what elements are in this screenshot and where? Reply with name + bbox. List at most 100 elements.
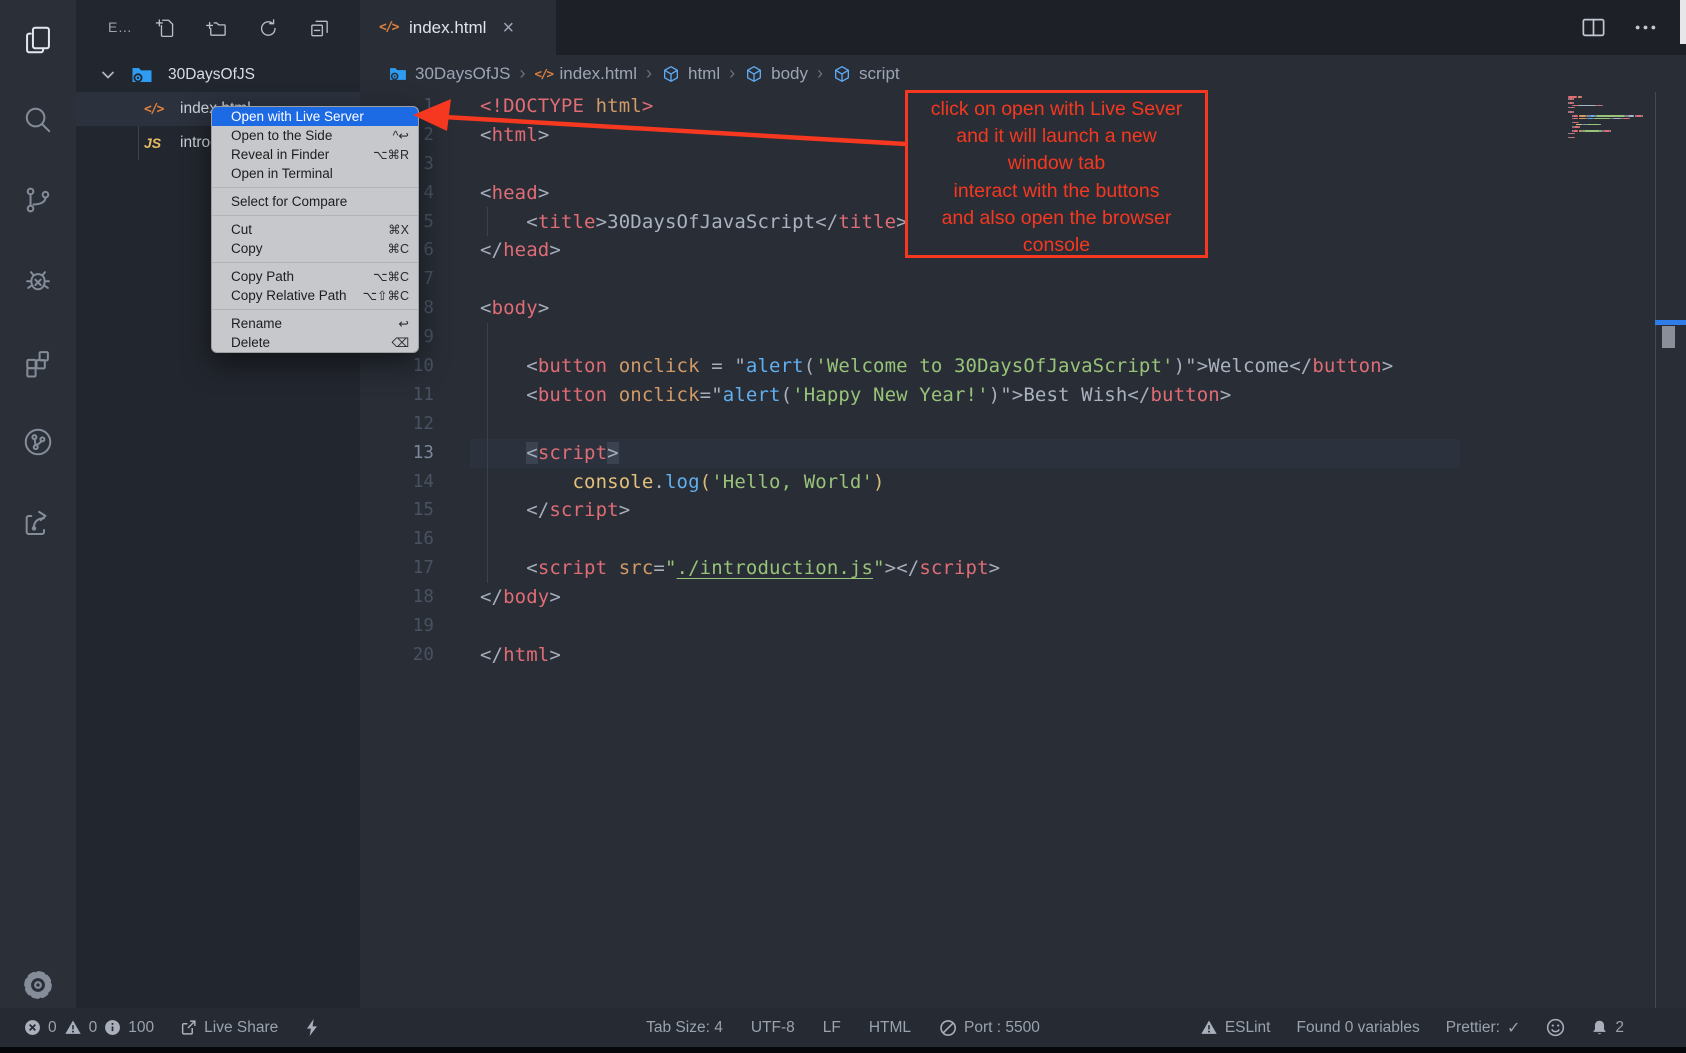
gitlens-icon[interactable] [21,425,55,459]
annotation-line: console [908,232,1205,259]
context-menu-item[interactable]: Reveal in Finder⌥⌘R [212,145,418,164]
annotation-line: click on open with Live Sever [908,96,1205,123]
context-menu-item[interactable]: Open to the Side^↩ [212,126,418,145]
chevron-down-icon[interactable] [99,66,117,84]
context-menu-item[interactable]: Copy⌘C [212,239,418,258]
scrollbar-thumb[interactable] [1662,326,1675,348]
overview-ruler-border [1655,92,1656,1008]
new-file-icon[interactable] [152,15,178,41]
code-line[interactable]: 9 [360,323,1686,352]
refresh-icon[interactable] [255,15,281,41]
html-file-icon: </> [379,20,398,35]
indent-guide [487,323,488,583]
bolt-icon[interactable] [304,1018,320,1037]
code-line[interactable]: 14 console.log('Hello, World') [360,468,1686,497]
line-number: 11 [360,381,434,410]
annotation-line: and it will launch a new [908,123,1205,150]
notifications-bell[interactable]: 2 [1591,1019,1624,1037]
share-icon [180,1019,197,1036]
breadcrumb-file[interactable]: </> index.html [534,64,637,84]
code-line[interactable]: 13 <script> [360,439,1686,468]
context-menu: Open with Live ServerOpen to the Side^↩R… [211,106,419,353]
more-actions-icon[interactable] [1632,14,1660,42]
symbol-cube-icon [832,64,852,84]
annotation-line: interact with the buttons [908,178,1205,205]
extensions-icon[interactable] [21,345,55,379]
collapse-all-icon[interactable] [306,15,332,41]
language-status[interactable]: HTML [869,1019,911,1037]
code-line[interactable]: 11 <button onclick="alert('Happy New Yea… [360,381,1686,410]
bell-icon [1591,1019,1608,1037]
line-number: 18 [360,583,434,612]
source-control-icon[interactable] [21,183,55,217]
problems-indicator[interactable]: 0 0 100 [24,1019,154,1037]
eslint-status[interactable]: ESLint [1200,1019,1271,1037]
live-share-icon[interactable] [21,505,55,539]
encoding-status[interactable]: UTF-8 [751,1019,795,1037]
tab-index-html[interactable]: </> index.html × [360,0,556,55]
breadcrumb-separator: › [817,63,823,84]
line-number: 13 [360,439,434,468]
breadcrumb-separator: › [729,63,735,84]
window-bottom-edge [0,1047,1686,1053]
prettier-status[interactable]: Prettier: ✓ [1446,1018,1521,1038]
breadcrumb: 30DaysOfJS › </> index.html › html › bod… [360,55,1686,92]
line-number: 17 [360,554,434,583]
port-status[interactable]: Port : 5500 [939,1019,1040,1037]
code-line[interactable]: 17 <script src="./introduction.js"></scr… [360,554,1686,583]
split-editor-icon[interactable] [1580,14,1608,42]
context-menu-item[interactable]: Copy Relative Path⌥⇧⌘C [212,286,418,305]
html-file-icon: </> [534,66,552,81]
variables-status[interactable]: Found 0 variables [1296,1019,1419,1037]
code-line[interactable]: 10 <button onclick = "alert('Welcome to … [360,352,1686,381]
line-number: 16 [360,525,434,554]
folder-icon [388,64,408,84]
context-menu-item[interactable]: Copy Path⌥⌘C [212,267,418,286]
minimap[interactable] [1568,96,1658,144]
new-folder-icon[interactable] [203,15,229,41]
code-line[interactable]: 18</body> [360,583,1686,612]
menu-separator [212,309,418,310]
context-menu-item[interactable]: Rename↩ [212,314,418,333]
settings-gear-icon[interactable] [21,968,55,1002]
folder-row-30daysofjs[interactable]: 30DaysOfJS [76,58,360,92]
breadcrumb-script[interactable]: script [832,64,900,84]
explorer-icon[interactable] [21,23,55,57]
indent-guide [487,207,488,236]
breadcrumb-html[interactable]: html [661,64,720,84]
context-menu-item[interactable]: Select for Compare [212,192,418,211]
line-number: 20 [360,641,434,670]
context-menu-item[interactable]: Open in Terminal [212,164,418,183]
annotation-line: window tab [908,150,1205,177]
line-number: 12 [360,410,434,439]
folder-icon [130,63,154,87]
context-menu-item[interactable]: Delete⌫ [212,333,418,352]
code-line[interactable]: 19 [360,612,1686,641]
code-line[interactable]: 20</html> [360,641,1686,670]
eol-status[interactable]: LF [823,1019,841,1037]
info-icon [104,1019,121,1036]
close-tab-icon[interactable]: × [502,18,514,38]
annotation-box: click on open with Live Sever and it wil… [905,90,1208,258]
live-share-status[interactable]: Live Share [180,1019,278,1037]
code-line[interactable]: 16 [360,525,1686,554]
line-number: 14 [360,468,434,497]
annotation-line: and also open the browser [908,205,1205,232]
folder-label: 30DaysOfJS [168,66,255,84]
context-menu-item[interactable]: Cut⌘X [212,220,418,239]
search-icon[interactable] [21,103,55,137]
code-line[interactable]: 15 </script> [360,496,1686,525]
code-line[interactable]: 8<body> [360,294,1686,323]
explorer-title: E… [108,19,132,35]
error-icon [24,1019,41,1036]
feedback-smiley-icon[interactable] [1546,1018,1565,1037]
tab-size-status[interactable]: Tab Size: 4 [646,1019,723,1037]
code-line[interactable]: 12 [360,410,1686,439]
context-menu-item[interactable]: Open with Live Server [212,107,418,126]
breadcrumb-body[interactable]: body [744,64,808,84]
status-bar: 0 0 100 Live Share Tab Size: 4 UTF-8 LF … [0,1008,1686,1047]
code-line[interactable]: 7 [360,265,1686,294]
overview-ruler-marker [1655,320,1686,325]
breadcrumb-folder[interactable]: 30DaysOfJS [388,64,510,84]
run-debug-icon[interactable] [21,264,55,298]
